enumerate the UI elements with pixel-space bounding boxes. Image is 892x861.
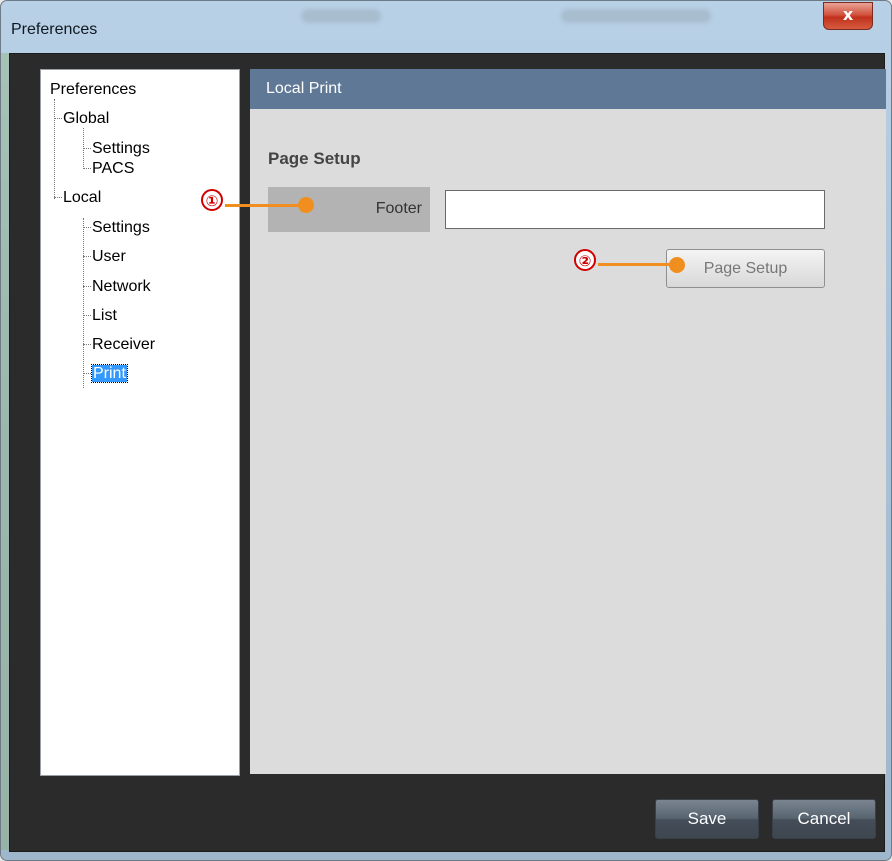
- tree-item-print[interactable]: Print: [83, 364, 128, 384]
- preferences-window: Preferences x Preferences Global Setting…: [0, 0, 892, 861]
- cancel-button[interactable]: Cancel: [772, 799, 876, 839]
- tree-item-label: User: [92, 248, 126, 265]
- save-button[interactable]: Save: [655, 799, 759, 839]
- tree-item-network[interactable]: Network: [83, 277, 151, 297]
- tree-item-global-settings[interactable]: Settings: [83, 139, 150, 159]
- tree-item-label: PACS: [92, 160, 135, 177]
- tree-item-list[interactable]: List: [83, 306, 117, 326]
- close-button[interactable]: x: [823, 2, 873, 30]
- tree-item-label: Receiver: [92, 336, 156, 353]
- tree-guide-line: [83, 218, 84, 388]
- callout-dot-1: [298, 197, 314, 213]
- tree-item-label: List: [92, 307, 117, 324]
- tree-item-user[interactable]: User: [83, 247, 126, 267]
- footer-label: Footer: [375, 200, 422, 217]
- tree-item-label: Settings: [92, 140, 150, 157]
- panel-header: Local Print: [250, 69, 886, 109]
- window-frame-edge: [1, 53, 9, 850]
- tree-item-label: Global: [63, 110, 110, 127]
- callout-line-2: [598, 263, 676, 266]
- close-icon: x: [842, 5, 854, 24]
- tree-item-label: Print: [91, 364, 128, 383]
- footer-input[interactable]: [445, 190, 825, 229]
- section-title: Page Setup: [268, 149, 361, 168]
- callout-number-2: ②: [574, 249, 596, 271]
- tree-item-local-settings[interactable]: Settings: [83, 218, 150, 238]
- page-setup-button[interactable]: Page Setup: [666, 249, 825, 288]
- callout-line-1: [225, 204, 305, 207]
- footer-label-box: Footer: [268, 187, 430, 232]
- tree-item-preferences[interactable]: Preferences: [50, 80, 136, 100]
- tree-item-receiver[interactable]: Receiver: [83, 335, 155, 355]
- tree-item-pacs[interactable]: PACS: [83, 159, 134, 179]
- tree-item-label: Local: [63, 189, 102, 206]
- panel-title: Local Print: [266, 80, 342, 97]
- tree-item-label: Network: [92, 278, 151, 295]
- tree-item-global[interactable]: Global: [54, 109, 109, 129]
- callout-dot-2: [669, 257, 685, 273]
- title-bar: Preferences x: [1, 1, 891, 53]
- window-title: Preferences: [11, 21, 98, 38]
- dialog-client-area: Preferences Global Settings PACS Local S…: [9, 53, 886, 852]
- callout-number-1: ①: [201, 189, 223, 211]
- local-print-panel: Local Print Page Setup Footer Page Setup: [250, 69, 886, 774]
- preferences-tree[interactable]: Preferences Global Settings PACS Local S…: [40, 69, 240, 776]
- blurred-title-region: [301, 9, 381, 23]
- tree-item-local[interactable]: Local: [54, 188, 101, 208]
- tree-item-label: Settings: [92, 219, 150, 236]
- blurred-title-region: [561, 9, 711, 23]
